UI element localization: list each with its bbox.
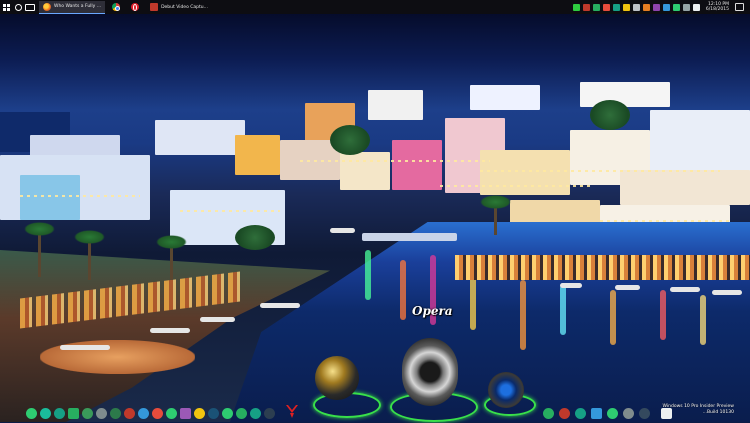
taskbar: Who Wants a Fully ... Debut Video Captu.…	[0, 0, 750, 14]
tray-app-icon[interactable]	[592, 3, 600, 11]
dock-app-icon[interactable]	[543, 408, 554, 419]
dock-app-icon[interactable]	[575, 408, 586, 419]
dock-app-icon[interactable]	[54, 408, 65, 419]
tray-app-icon[interactable]	[612, 3, 620, 11]
tray-app-icon[interactable]	[652, 3, 660, 11]
building	[392, 140, 442, 190]
dock-app-icon[interactable]	[110, 408, 121, 419]
dock-app-icon[interactable]	[264, 408, 275, 419]
opera-icon	[131, 3, 140, 11]
quay	[455, 255, 750, 280]
dock-app-icon[interactable]	[96, 408, 107, 419]
red-ribbon-icon	[286, 405, 298, 418]
building	[368, 90, 423, 120]
dock-app-icon[interactable]	[138, 408, 149, 419]
dock-app-icon[interactable]	[208, 408, 219, 419]
taskbar-app-label: Who Wants a Fully ...	[54, 4, 102, 9]
building	[620, 170, 750, 205]
dock-app-icon[interactable]	[236, 408, 247, 419]
taskbar-app-chrome[interactable]	[108, 1, 124, 13]
debut-icon	[150, 3, 159, 11]
network-icon[interactable]	[682, 3, 690, 11]
chrome-icon	[112, 3, 121, 11]
dock-app-icon[interactable]	[152, 408, 163, 419]
action-center-icon[interactable]	[735, 3, 744, 11]
building	[235, 135, 280, 175]
dock-app-icon[interactable]	[40, 408, 51, 419]
dock-app-icon[interactable]	[166, 408, 177, 419]
taskbar-app-label: Debut Video Captu...	[161, 4, 208, 10]
search-icon	[14, 3, 22, 11]
task-view-button[interactable]	[24, 1, 36, 13]
building	[580, 82, 670, 107]
dock-app-orb[interactable]	[315, 356, 359, 400]
windows-logo-icon	[2, 3, 10, 11]
start-button[interactable]	[0, 1, 12, 13]
taskbar-app-opera[interactable]	[127, 1, 143, 13]
dock-app-icon[interactable]	[639, 408, 650, 419]
windows-build: ...Build 10130	[702, 410, 734, 415]
dock-app-icon[interactable]	[222, 408, 233, 419]
dock-app-icon[interactable]	[26, 408, 37, 419]
firefox-icon	[43, 2, 51, 11]
dock-app-icon[interactable]	[180, 408, 191, 419]
dock-app-icon[interactable]	[607, 408, 618, 419]
taskbar-app-debut[interactable]: Debut Video Captu...	[146, 1, 212, 13]
dock-app-icon[interactable]	[284, 403, 300, 419]
building	[470, 85, 540, 110]
dock-app-icon[interactable]	[124, 408, 135, 419]
dock-app-icon[interactable]	[623, 408, 634, 419]
dock-app-icon[interactable]	[559, 408, 570, 419]
dock-app-icon[interactable]	[68, 408, 79, 419]
taskbar-app-firefox[interactable]: Who Wants a Fully ...	[39, 0, 106, 14]
building	[340, 152, 390, 190]
task-view-icon	[25, 3, 35, 11]
bridge	[362, 233, 457, 241]
building	[155, 120, 245, 155]
dock-app-icon[interactable]	[194, 408, 205, 419]
system-tray: 12:10 PM 6/18/2015	[572, 1, 750, 13]
dock-app-orb[interactable]	[488, 372, 524, 408]
tray-app-icon[interactable]	[572, 3, 580, 11]
dock-app-icon[interactable]	[250, 408, 261, 419]
clock-date: 6/18/2015	[705, 7, 729, 12]
opera-icon[interactable]	[402, 338, 458, 406]
dock-focused-label: Opera	[412, 304, 453, 318]
tray-app-icon[interactable]	[602, 3, 610, 11]
building	[480, 150, 570, 195]
show-hidden-icons-chevron-icon[interactable]	[632, 3, 640, 11]
tray-app-icon[interactable]	[622, 3, 630, 11]
search-button[interactable]	[12, 1, 24, 13]
dock-app-icon[interactable]	[591, 408, 602, 419]
windows-version-watermark: Windows 10 Pro Insider Preview ...Build …	[663, 404, 734, 416]
desktop-wallpaper	[0, 0, 750, 422]
tray-app-icon[interactable]	[662, 3, 670, 11]
tray-app-icon[interactable]	[582, 3, 590, 11]
dock-app-icon[interactable]	[82, 408, 93, 419]
building	[20, 175, 80, 220]
volume-icon[interactable]	[692, 3, 700, 11]
tray-app-icon[interactable]	[642, 3, 650, 11]
clock[interactable]: 12:10 PM 6/18/2015	[706, 2, 729, 12]
tray-app-icon[interactable]	[672, 3, 680, 11]
